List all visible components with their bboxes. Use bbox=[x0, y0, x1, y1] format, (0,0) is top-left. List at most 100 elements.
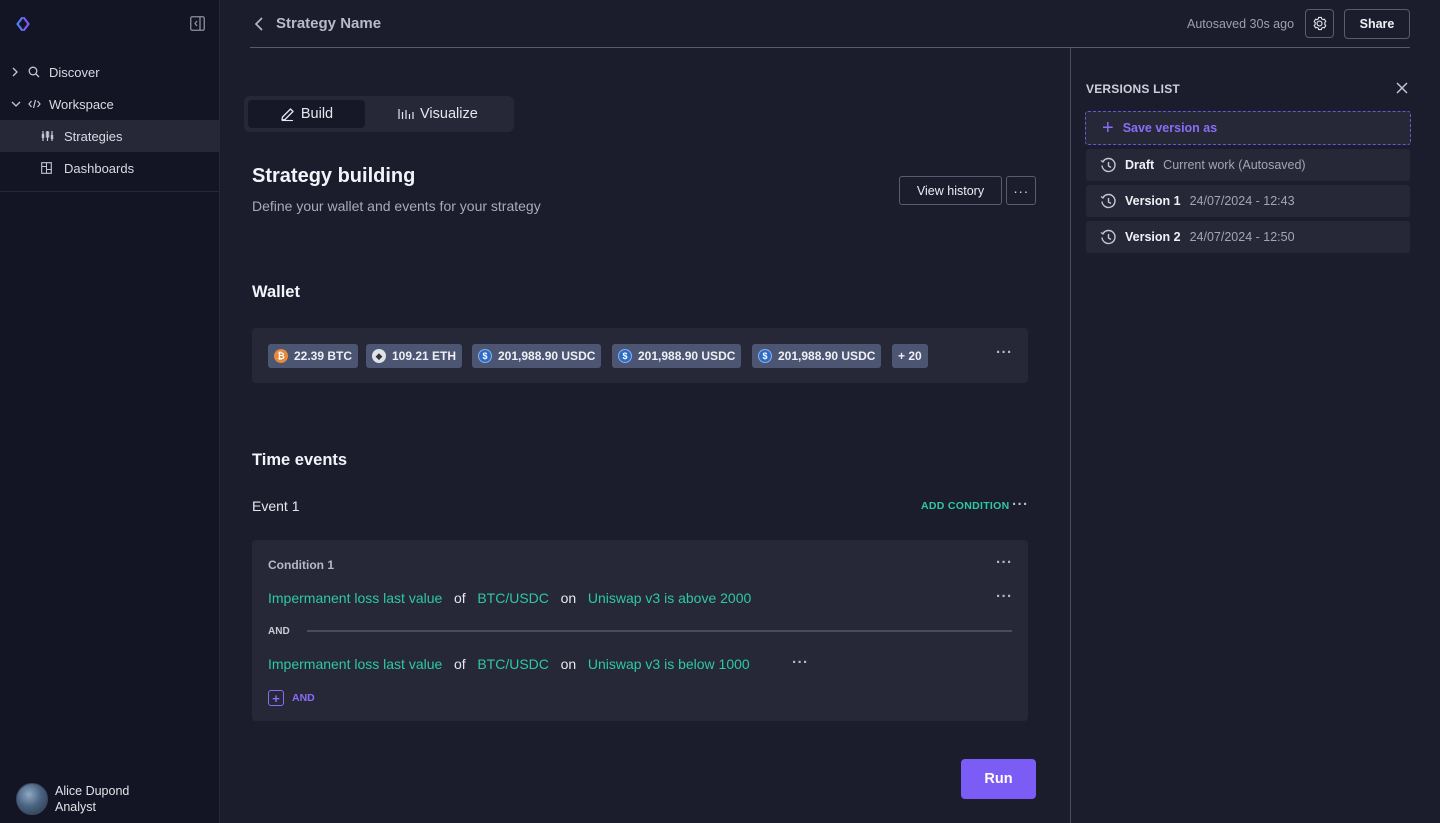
avatar[interactable] bbox=[16, 783, 48, 815]
time-events-title: Time events bbox=[252, 451, 348, 469]
sidebar-nav: Discover Workspace Strategies Dashboards bbox=[0, 56, 220, 184]
sidebar-item-dashboards[interactable]: Dashboards bbox=[0, 152, 220, 184]
top-header: Strategy Name Autosaved 30s ago Share bbox=[250, 0, 1410, 48]
metric-selector[interactable]: Impermanent loss last value bbox=[268, 590, 442, 606]
user-profile[interactable]: Alice Dupond Analyst bbox=[16, 783, 129, 815]
version-meta: 24/07/2024 - 12:43 bbox=[1189, 194, 1295, 208]
save-version-as-button[interactable]: + Save version as bbox=[1085, 111, 1411, 145]
user-name: Alice Dupond bbox=[55, 784, 130, 798]
page-title[interactable]: Strategy Name bbox=[276, 15, 381, 32]
wallet-chip-btc[interactable]: ₿ 22.39 BTC bbox=[268, 344, 359, 368]
version-item-draft[interactable]: Draft Current work (Autosaved) bbox=[1086, 149, 1410, 181]
share-button[interactable]: Share bbox=[1344, 9, 1410, 39]
gear-icon bbox=[1313, 16, 1327, 31]
add-and-label: AND bbox=[292, 692, 315, 704]
tab-label: Build bbox=[300, 106, 334, 122]
version-name: Version 1 bbox=[1125, 194, 1181, 208]
sidebar-item-strategies[interactable]: Strategies bbox=[0, 120, 220, 152]
target-selector[interactable]: Uniswap v3 is below 1000 bbox=[588, 656, 750, 672]
chevron-right-icon bbox=[11, 67, 25, 77]
and-operator-label: AND bbox=[268, 626, 290, 637]
sidebar-item-discover[interactable]: Discover bbox=[0, 56, 220, 88]
wallet-chip-more[interactable]: + 20 bbox=[892, 344, 928, 368]
search-icon bbox=[28, 66, 44, 78]
strategies-icon bbox=[41, 130, 57, 142]
usdc-icon: $ bbox=[618, 349, 632, 363]
chip-label: 109.21 ETH bbox=[392, 349, 457, 363]
metric-selector[interactable]: Impermanent loss last value bbox=[268, 656, 442, 672]
chart-bars-icon bbox=[398, 109, 414, 119]
condition-title: Condition 1 bbox=[268, 558, 334, 572]
version-meta: 24/07/2024 - 12:50 bbox=[1189, 230, 1295, 244]
version-item-2[interactable]: Version 2 24/07/2024 - 12:50 bbox=[1086, 221, 1410, 253]
user-role: Analyst bbox=[55, 800, 96, 814]
wallet-chip-eth[interactable]: ◆ 109.21 ETH bbox=[366, 344, 463, 368]
section-subtitle: Define your wallet and events for your s… bbox=[252, 198, 541, 214]
plus-icon: + bbox=[1102, 117, 1114, 139]
version-meta: Current work (Autosaved) bbox=[1163, 158, 1306, 172]
tab-visualize[interactable]: Visualize bbox=[398, 100, 478, 128]
usdc-icon: $ bbox=[478, 349, 492, 363]
settings-button[interactable] bbox=[1305, 9, 1334, 38]
chevron-down-icon bbox=[11, 100, 25, 108]
chip-label: 201,988.90 USDC bbox=[638, 349, 736, 363]
sidebar-item-label: Strategies bbox=[64, 128, 123, 144]
history-icon bbox=[1100, 193, 1116, 208]
tab-build[interactable]: Build bbox=[248, 100, 365, 128]
rule-more-button[interactable]: ··· bbox=[996, 588, 1013, 605]
plus-icon: + bbox=[268, 690, 284, 706]
view-tabs: Build Visualize bbox=[244, 96, 514, 132]
rule-on: on bbox=[560, 656, 577, 672]
rule-on: on bbox=[560, 590, 577, 606]
autosave-status: Autosaved 30s ago bbox=[1187, 17, 1295, 31]
panel-divider bbox=[1070, 48, 1071, 823]
code-icon bbox=[28, 99, 44, 109]
view-history-button[interactable]: View history bbox=[899, 176, 1002, 205]
more-options-button[interactable]: ··· bbox=[1006, 176, 1036, 205]
pencil-icon bbox=[281, 107, 294, 121]
chip-label: + 20 bbox=[898, 349, 922, 363]
history-icon bbox=[1100, 229, 1116, 244]
wallet-chip-usdc[interactable]: $ 201,988.90 USDC bbox=[472, 344, 602, 368]
wallet-chip-usdc[interactable]: $ 201,988.90 USDC bbox=[612, 344, 742, 368]
chip-label: 201,988.90 USDC bbox=[778, 349, 876, 363]
target-selector[interactable]: Uniswap v3 is above 2000 bbox=[588, 590, 751, 606]
user-info: Alice Dupond Analyst bbox=[55, 783, 129, 815]
rule-more-button[interactable]: ··· bbox=[792, 654, 809, 671]
close-icon[interactable] bbox=[1395, 81, 1409, 95]
rule-of: of bbox=[453, 590, 466, 606]
chip-label: 201,988.90 USDC bbox=[498, 349, 596, 363]
sidebar-item-label: Workspace bbox=[49, 96, 114, 112]
sidebar-divider bbox=[0, 191, 219, 192]
pair-selector[interactable]: BTC/USDC bbox=[477, 590, 549, 606]
run-button[interactable]: Run bbox=[961, 759, 1036, 799]
sidebar: Discover Workspace Strategies Dashboards bbox=[0, 0, 220, 823]
wallet-box: ₿ 22.39 BTC ◆ 109.21 ETH $ 201,988.90 US… bbox=[252, 328, 1028, 383]
tab-label: Visualize bbox=[420, 106, 478, 122]
condition-box: Condition 1 ··· Impermanent loss last va… bbox=[252, 540, 1028, 721]
ethereum-icon: ◆ bbox=[372, 349, 386, 363]
wallet-more-button[interactable]: ··· bbox=[996, 344, 1013, 361]
condition-more-button[interactable]: ··· bbox=[996, 554, 1013, 571]
usdc-icon: $ bbox=[758, 349, 772, 363]
and-divider bbox=[307, 630, 1012, 632]
condition-rule: Impermanent loss last value of BTC/USDC … bbox=[268, 590, 751, 606]
event-more-button[interactable]: ··· bbox=[1012, 496, 1029, 513]
sidebar-item-label: Dashboards bbox=[64, 160, 135, 176]
sidebar-item-workspace[interactable]: Workspace bbox=[0, 88, 220, 120]
logo-icon[interactable] bbox=[16, 17, 30, 31]
add-and-button[interactable]: + AND bbox=[268, 690, 315, 706]
back-arrow-icon[interactable] bbox=[254, 16, 264, 32]
add-condition-button[interactable]: ADD CONDITION bbox=[921, 500, 1009, 512]
wallet-chip-usdc[interactable]: $ 201,988.90 USDC bbox=[752, 344, 882, 368]
pair-selector[interactable]: BTC/USDC bbox=[477, 656, 549, 672]
version-name: Draft bbox=[1125, 158, 1155, 172]
chip-label: 22.39 BTC bbox=[294, 349, 353, 363]
condition-rule: Impermanent loss last value of BTC/USDC … bbox=[268, 656, 750, 672]
wallet-title: Wallet bbox=[252, 283, 300, 301]
collapse-sidebar-icon[interactable] bbox=[190, 16, 205, 31]
rule-of: of bbox=[453, 656, 466, 672]
version-item-1[interactable]: Version 1 24/07/2024 - 12:43 bbox=[1086, 185, 1410, 217]
save-version-label: Save version as bbox=[1122, 121, 1218, 135]
section-title: Strategy building bbox=[252, 165, 416, 187]
